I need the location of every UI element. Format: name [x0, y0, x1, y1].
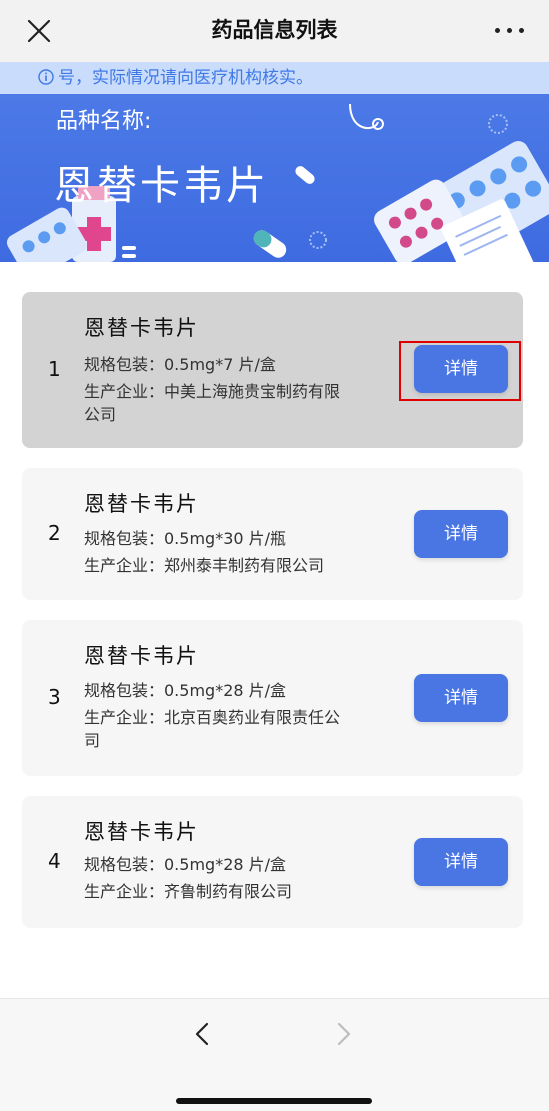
item-name: 恩替卡韦片	[84, 492, 199, 516]
banner-label: 品种名称:	[56, 109, 152, 134]
bottom-toolbar	[0, 998, 549, 1111]
item-index: 3	[48, 685, 61, 709]
more-icon[interactable]	[495, 28, 527, 36]
item-maker-cont: 司	[84, 731, 101, 750]
chevron-right-icon[interactable]	[330, 1021, 356, 1047]
item-spec: 规格包装：0.5mg*28 片/盒	[84, 855, 287, 874]
item-index: 1	[48, 357, 61, 381]
item-name: 恩替卡韦片	[84, 644, 199, 668]
item-maker: 生产企业：北京百奥药业有限责任公	[84, 708, 341, 727]
detail-button[interactable]: 详情	[414, 510, 508, 558]
item-spec: 规格包装：0.5mg*7 片/盒	[84, 355, 276, 374]
highlight-box	[399, 341, 521, 401]
item-spec: 规格包装：0.5mg*28 片/盒	[84, 681, 287, 700]
item-spec: 规格包装：0.5mg*30 片/瓶	[84, 529, 287, 548]
info-icon	[38, 69, 54, 85]
list-item[interactable]: 3 恩替卡韦片 规格包装：0.5mg*28 片/盒 生产企业：北京百奥药业有限责…	[22, 620, 523, 776]
notice-bar: 号，实际情况请向医疗机构核实。	[0, 62, 549, 94]
home-indicator	[176, 1098, 372, 1104]
top-navbar: 药品信息列表	[0, 0, 549, 62]
item-maker: 生产企业：中美上海施贵宝制药有限	[84, 382, 341, 401]
list-item[interactable]: 2 恩替卡韦片 规格包装：0.5mg*30 片/瓶 生产企业：郑州泰丰制药有限公…	[22, 468, 523, 600]
list-item[interactable]: 4 恩替卡韦片 规格包装：0.5mg*28 片/盒 生产企业：齐鲁制药有限公司 …	[22, 796, 523, 928]
item-maker: 生产企业：齐鲁制药有限公司	[84, 882, 293, 901]
item-index: 2	[48, 521, 61, 545]
chevron-left-icon[interactable]	[190, 1021, 216, 1047]
page: 药品信息列表 号，实际情况请向医疗机构核实。 品种名称: 恩替卡韦片 1 恩替卡…	[0, 0, 549, 1111]
page-title: 药品信息列表	[211, 18, 338, 42]
item-name: 恩替卡韦片	[84, 316, 199, 340]
banner-drug-name: 恩替卡韦片	[54, 163, 269, 209]
item-name: 恩替卡韦片	[84, 820, 199, 844]
detail-button[interactable]: 详情	[414, 674, 508, 722]
item-maker: 生产企业：郑州泰丰制药有限公司	[84, 556, 325, 575]
notice-text: 号，实际情况请向医疗机构核实。	[58, 68, 313, 88]
item-index: 4	[48, 849, 61, 873]
detail-button[interactable]: 详情	[414, 838, 508, 886]
drug-banner: 号，实际情况请向医疗机构核实。 品种名称: 恩替卡韦片	[0, 62, 549, 262]
item-maker-cont: 公司	[84, 405, 117, 424]
